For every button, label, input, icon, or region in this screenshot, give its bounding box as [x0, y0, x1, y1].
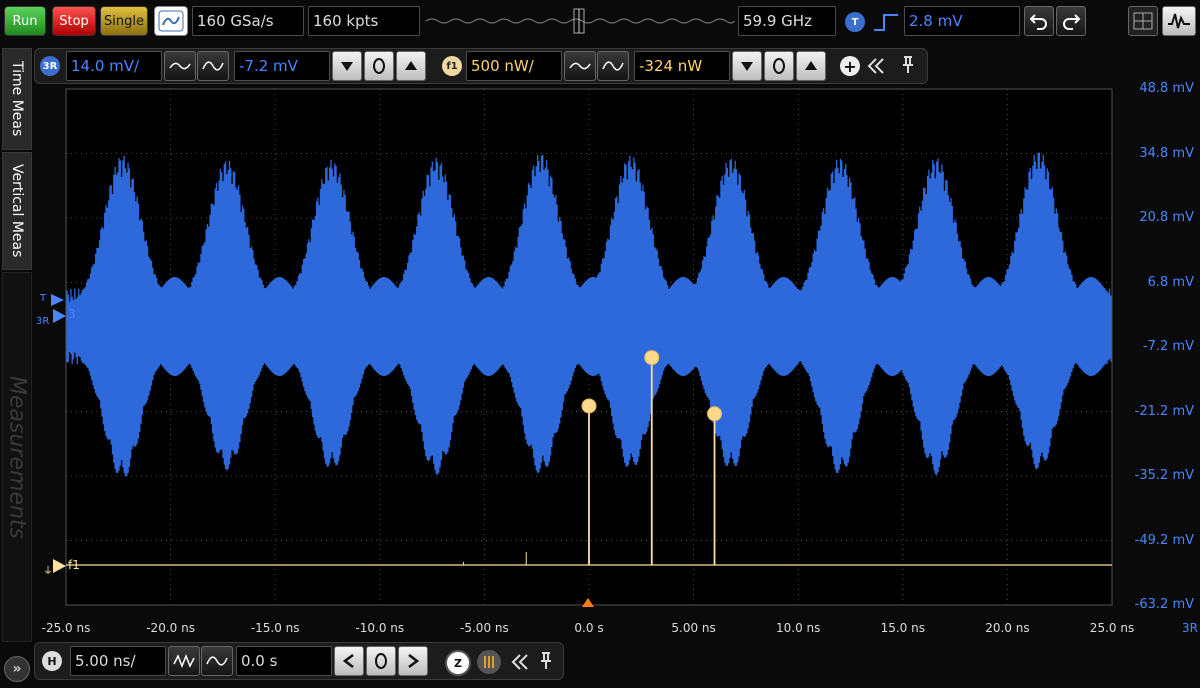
- h-scale-fine-icon[interactable]: [201, 646, 233, 676]
- y-axis-label: -63.2 mV: [1134, 597, 1194, 612]
- horizontal-scale-field[interactable]: 5.00 ns/: [70, 646, 166, 676]
- trigger-marker-label: T: [40, 293, 47, 304]
- x-axis-label: -25.0 ns: [41, 621, 91, 635]
- x-axis-label: 0.0 s: [574, 621, 604, 635]
- channel-3r-marker[interactable]: 3R: [36, 316, 49, 327]
- collapse-horizontal-icon[interactable]: [510, 652, 530, 672]
- x-axis-label: -15.0 ns: [250, 621, 300, 635]
- x-axis-label: -10.0 ns: [355, 621, 405, 635]
- f1-spike-marker: [707, 406, 723, 422]
- y-axis-label: -7.2 mV: [1142, 339, 1194, 354]
- x-axis-label: 10.0 ns: [775, 621, 821, 635]
- f1-spike-marker: [581, 398, 597, 414]
- acquisition-segments-icon[interactable]: [477, 650, 501, 674]
- y-axis-label: 48.8 mV: [1139, 81, 1194, 96]
- y-axis-label: -21.2 mV: [1134, 403, 1194, 419]
- zoom-badge[interactable]: Z: [445, 650, 471, 676]
- channel-number-label: 3: [68, 307, 76, 321]
- horizontal-pin-icon[interactable]: [536, 650, 556, 672]
- x-axis-label: 20.0 ns: [985, 621, 1030, 635]
- waveform-display[interactable]: [0, 0, 1200, 688]
- y-axis-label: 34.8 mV: [1139, 145, 1194, 161]
- x-axis-label: 5.00 ns: [671, 621, 716, 635]
- h-position-zero-icon[interactable]: [366, 646, 396, 676]
- channel-ground-arrow-icon: [53, 309, 66, 323]
- x-axis-label: -5.00 ns: [460, 621, 509, 635]
- h-position-left-icon[interactable]: [334, 646, 364, 676]
- function-arrow-icon: [53, 559, 66, 573]
- x-axis-label: 15.0 ns: [880, 621, 925, 635]
- function-f1-marker[interactable]: f1: [68, 558, 80, 572]
- y-axis-label: -35.2 mV: [1134, 468, 1194, 483]
- trigger-arrow-icon: [51, 294, 64, 306]
- trigger-level-marker[interactable]: T: [40, 293, 46, 304]
- h-position-right-icon[interactable]: [398, 646, 428, 676]
- horizontal-badge[interactable]: H: [42, 651, 62, 671]
- x-axis-channel-label: 3R: [1182, 621, 1198, 635]
- f1-spike-marker: [644, 350, 660, 366]
- x-axis-label: 25.0 ns: [1089, 621, 1135, 635]
- y-axis-label: 20.8 mV: [1139, 210, 1194, 225]
- h-scale-coarse-icon[interactable]: [168, 646, 200, 676]
- y-axis-label: -49.2 mV: [1134, 532, 1194, 548]
- x-axis-label: -20.0 ns: [146, 621, 195, 635]
- y-axis-label: 6.8 mV: [1147, 274, 1194, 290]
- horizontal-position-field[interactable]: 0.0 s: [236, 646, 332, 676]
